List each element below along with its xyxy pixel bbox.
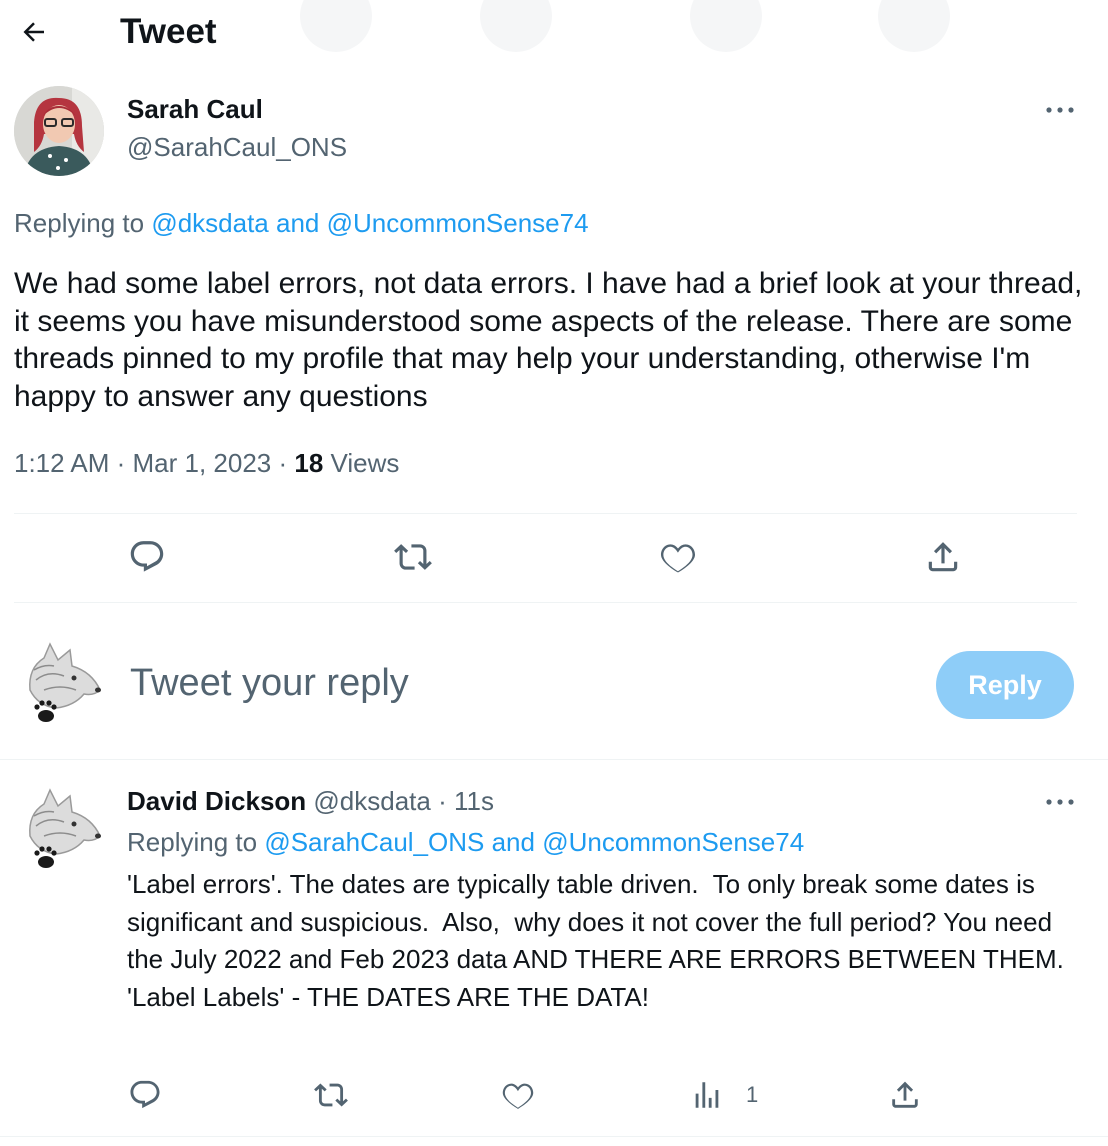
wolf-avatar-image bbox=[15, 787, 103, 875]
reply-input[interactable]: Tweet your reply bbox=[130, 662, 409, 705]
retweet-button[interactable] bbox=[393, 538, 433, 576]
reply-retweet-button[interactable] bbox=[313, 1078, 349, 1112]
reply-button[interactable] bbox=[128, 538, 166, 576]
reply-more-options-button[interactable] bbox=[1040, 787, 1080, 817]
reply-icon bbox=[130, 1080, 160, 1109]
tweet-timestamp[interactable]: 1:12 AM · Mar 1, 2023 · bbox=[14, 448, 294, 478]
wolf-avatar-image bbox=[15, 641, 103, 729]
more-options-button[interactable] bbox=[1040, 95, 1080, 125]
reply-author-name[interactable]: David Dickson bbox=[127, 786, 306, 816]
author-avatar[interactable] bbox=[14, 86, 104, 176]
reply-text-paragraph: 'Label Labels' - THE DATES ARE THE DATA! bbox=[127, 981, 649, 1012]
views-icon bbox=[695, 1082, 719, 1108]
like-icon bbox=[660, 544, 696, 573]
reply-reply-button[interactable] bbox=[128, 1078, 162, 1112]
reply-author-line: David Dickson @dksdata · 11s bbox=[127, 786, 494, 817]
author-name[interactable]: Sarah Caul bbox=[127, 94, 263, 125]
tweet-meta: 1:12 AM · Mar 1, 2023 · 18 Views bbox=[14, 448, 399, 479]
back-button[interactable] bbox=[14, 12, 54, 52]
retweet-icon bbox=[314, 1083, 348, 1107]
faded-background-shape bbox=[878, 0, 950, 52]
page-title: Tweet bbox=[120, 12, 217, 51]
avatar-image bbox=[14, 86, 104, 176]
share-button[interactable] bbox=[924, 538, 962, 576]
divider bbox=[14, 602, 1077, 603]
replying-to-links[interactable]: @SarahCaul_ONS and @UncommonSense74 bbox=[264, 827, 804, 857]
reply-like-button[interactable] bbox=[501, 1078, 535, 1112]
replying-prefix: Replying to bbox=[127, 827, 258, 857]
divider bbox=[14, 513, 1077, 514]
reply-views-button[interactable]: 1 bbox=[690, 1078, 758, 1112]
reply-icon bbox=[130, 541, 164, 572]
replying-to-links[interactable]: @dksdata and @UncommonSense74 bbox=[151, 208, 588, 238]
like-icon bbox=[502, 1083, 534, 1109]
views-count: 1 bbox=[746, 1082, 759, 1107]
top-bar: Tweet bbox=[0, 0, 1108, 70]
more-icon bbox=[1046, 107, 1074, 113]
reply-author-handle[interactable]: @dksdata bbox=[313, 786, 430, 816]
reply-timestamp[interactable]: · 11s bbox=[431, 786, 494, 816]
views-count: 18 bbox=[294, 448, 324, 478]
reply-replying-to-line: Replying to @SarahCaul_ONS and @Uncommon… bbox=[127, 827, 804, 858]
share-icon bbox=[928, 542, 958, 572]
reply-share-button[interactable] bbox=[888, 1078, 922, 1112]
reply-text-paragraph: 'Label errors'. The dates are typically … bbox=[127, 869, 1064, 974]
arrow-left-icon bbox=[23, 22, 44, 42]
faded-background-shape bbox=[480, 0, 552, 52]
reply-submit-button[interactable]: Reply bbox=[936, 651, 1074, 719]
retweet-icon bbox=[394, 544, 432, 570]
tweet-text: We had some label errors, not data error… bbox=[14, 267, 1083, 413]
divider bbox=[0, 1136, 1108, 1137]
reply-author-avatar[interactable] bbox=[14, 786, 104, 876]
like-button[interactable] bbox=[659, 538, 697, 576]
faded-background-shape bbox=[300, 0, 372, 52]
faded-background-shape bbox=[690, 0, 762, 52]
replying-prefix: Replying to bbox=[14, 208, 145, 238]
replying-to-line: Replying to @dksdata and @UncommonSense7… bbox=[14, 208, 589, 239]
divider bbox=[0, 759, 1108, 760]
my-avatar[interactable] bbox=[14, 640, 104, 730]
reply-text: 'Label errors'. The dates are typically … bbox=[127, 866, 1067, 1016]
share-icon bbox=[892, 1081, 918, 1108]
views-label: Views bbox=[323, 448, 400, 478]
author-handle[interactable]: @SarahCaul_ONS bbox=[127, 132, 347, 163]
more-icon bbox=[1046, 799, 1074, 805]
